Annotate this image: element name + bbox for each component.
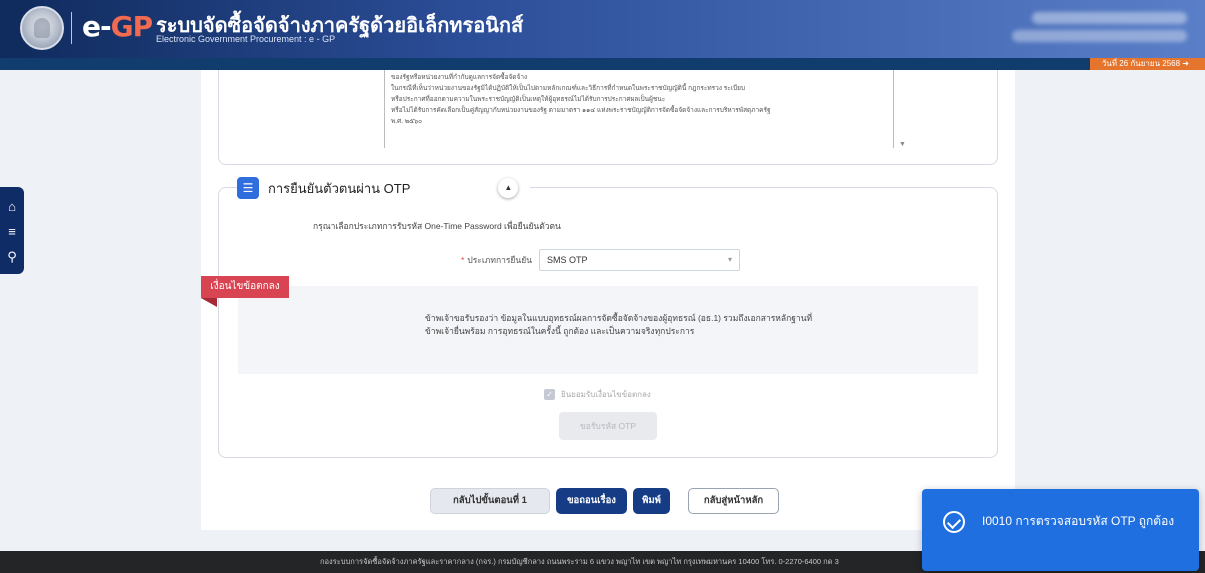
user-org-blurred (1012, 30, 1187, 42)
egp-logo: e-GP (82, 10, 154, 43)
conditions-tag-fold (201, 298, 217, 307)
search-icon[interactable]: ⚲ (0, 249, 24, 265)
footer-text: กองระบบการจัดซื้อจัดจ้างภาครัฐและราคากลา… (320, 557, 839, 566)
otp-type-label-text: ประเภทการยืนยัน (467, 255, 533, 265)
user-name-blurred (1032, 12, 1187, 24)
terms-line: พ.ศ. ๒๕๖๐ (391, 118, 423, 125)
logo-prefix: e- (82, 10, 112, 43)
otp-type-select[interactable]: SMS OTP ▾ (539, 249, 741, 271)
success-toast[interactable]: I0010 การตรวจสอบรหัส OTP ถูกต้อง (922, 489, 1199, 571)
otp-description: กรุณาเลือกประเภทการรับรหัส One-Time Pass… (313, 221, 561, 231)
list-icon: ☰ (237, 177, 259, 199)
terms-scroll-text[interactable]: ของรัฐหรือหน่วยงานที่กำกับดูแลการจัดซื้อ… (384, 70, 894, 148)
terms-line: หรือประกาศที่ออกตามความในพระราชบัญญัติเป… (391, 96, 666, 103)
otp-section-header: ☰ การยืนยันตัวตนผ่าน OTP ▲ (237, 176, 531, 200)
chevron-down-icon: ▾ (728, 255, 733, 264)
home-icon[interactable]: ⌂ (0, 199, 24, 214)
check-circle-icon (943, 511, 965, 533)
terms-line: ในกรณีที่เห็นว่าหน่วยงานของรัฐมิได้ปฏิบั… (391, 85, 746, 92)
action-buttons: กลับไปขั้นตอนที่ 1 ขอถอนเรื่อง พิมพ์ กลั… (201, 488, 1015, 514)
menu-icon[interactable]: ≡ (0, 224, 24, 239)
otp-type-row: * ประเภทการยืนยัน SMS OTP ▾ (461, 249, 741, 271)
conditions-text: ข้าพเจ้าขอรับรองว่า ข้อมูลในแบบอุทธรณ์ผล… (425, 313, 813, 336)
current-date[interactable]: วันที่ 26 กันยายน 2568 ➜ (1089, 58, 1205, 70)
terms-line: ของรัฐหรือหน่วยงานที่กำกับดูแลการจัดซื้อ… (391, 74, 528, 81)
government-seal-logo (20, 6, 64, 50)
header-divider (71, 12, 72, 44)
otp-type-label: * ประเภทการยืนยัน (461, 253, 532, 267)
side-nav: ⌂ ≡ ⚲ (0, 187, 24, 274)
print-button[interactable]: พิมพ์ (633, 488, 670, 514)
home-button[interactable]: กลับสู่หน้าหลัก (688, 488, 779, 514)
otp-type-value: SMS OTP (547, 255, 588, 265)
withdraw-button[interactable]: ขอถอนเรื่อง (556, 488, 627, 514)
terms-card: ของรัฐหรือหน่วยงานที่กำกับดูแลการจัดซื้อ… (218, 70, 998, 165)
request-otp-button[interactable]: ขอรับรหัส OTP (559, 412, 657, 440)
collapse-toggle-icon[interactable]: ▲ (498, 178, 519, 198)
user-info[interactable] (1007, 10, 1187, 42)
terms-scrollbar[interactable]: ▼ (897, 70, 909, 148)
required-mark: * (461, 255, 465, 265)
date-bar: วันที่ 26 กันยายน 2568 ➜ (0, 58, 1205, 70)
agree-checkbox-row[interactable]: ✓ ยินยอมรับเงื่อนไขข้อตกลง (544, 388, 651, 401)
conditions-tag: เงื่อนไขข้อตกลง (201, 276, 289, 298)
toast-message: I0010 การตรวจสอบรหัส OTP ถูกต้อง (982, 514, 1175, 528)
logout-icon[interactable]: ➜ (1182, 59, 1189, 68)
back-to-step1-button[interactable]: กลับไปขั้นตอนที่ 1 (430, 488, 550, 514)
agree-label: ยินยอมรับเงื่อนไขข้อตกลง (561, 390, 651, 399)
logo-suffix: GP (110, 10, 154, 43)
agree-checkbox[interactable]: ✓ (544, 389, 555, 400)
terms-line: หรือไม่ได้รับการคัดเลือกเป็นคู่สัญญากับห… (391, 107, 771, 114)
main-panel: ของรัฐหรือหน่วยงานที่กำกับดูแลการจัดซื้อ… (201, 70, 1015, 530)
app-subtitle: Electronic Government Procurement : e - … (156, 34, 336, 44)
current-date-text: วันที่ 26 กันยายน 2568 (1101, 59, 1181, 68)
scroll-down-arrow-icon[interactable]: ▼ (899, 141, 906, 148)
app-header: e-GP ระบบจัดซื้อจัดจ้างภาครัฐด้วยอิเล็กท… (0, 0, 1205, 58)
otp-section-title: การยืนยันตัวตนผ่าน OTP (268, 180, 411, 196)
conditions-box: ข้าพเจ้าขอรับรองว่า ข้อมูลในแบบอุทธรณ์ผล… (238, 286, 978, 374)
